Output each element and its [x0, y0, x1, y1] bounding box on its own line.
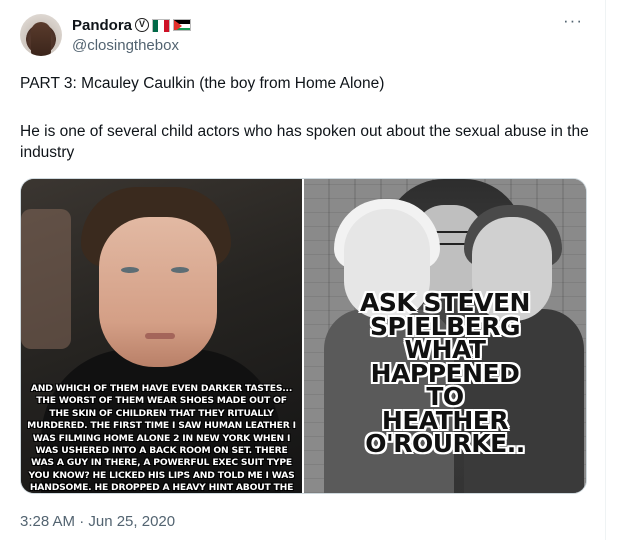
- caption-line: TO: [426, 382, 464, 411]
- tweet-card: Pandora V @closingthebox ··· PART 3: Mca…: [0, 0, 606, 540]
- caption-line: WHAT: [404, 335, 486, 364]
- more-dots-icon[interactable]: ···: [563, 12, 583, 29]
- avatar[interactable]: [20, 14, 62, 56]
- author-name-row[interactable]: Pandora V: [72, 15, 192, 35]
- media-image-left[interactable]: AND WHICH OF THEM HAVE EVEN DARKER TASTE…: [21, 179, 302, 493]
- meme-overlay-text: AND WHICH OF THEM HAVE EVEN DARKER TASTE…: [27, 383, 296, 491]
- timestamp[interactable]: 3:28 AM · Jun 25, 2020: [20, 513, 175, 530]
- media-image-right[interactable]: ASK STEVEN SPIELBERG WHAT HAPPENED TO HE…: [304, 179, 586, 493]
- display-name[interactable]: Pandora: [72, 17, 132, 34]
- photo-eye-right: [171, 267, 189, 273]
- mexico-flag-icon: [152, 18, 171, 32]
- photo-mouth: [145, 333, 175, 339]
- tweet-text-line2: He is one of several child actors who ha…: [20, 123, 589, 161]
- v-circle-emoji-icon: V: [135, 18, 150, 32]
- photo-side-figure: [21, 209, 71, 349]
- caption-line: ASK STEVEN: [360, 288, 530, 317]
- palestine-flag-icon: [173, 19, 192, 31]
- avatar-figure: [31, 22, 51, 56]
- meme-caption: ASK STEVEN SPIELBERG WHAT HAPPENED TO HE…: [304, 288, 586, 458]
- caption-line: O'ROURKE..: [365, 429, 525, 458]
- author-handle[interactable]: @closingthebox: [72, 37, 179, 54]
- photo-eye-left: [121, 267, 139, 273]
- tweet-text-line1: PART 3: Mcauley Caulkin (the boy from Ho…: [20, 75, 385, 92]
- media-grid: AND WHICH OF THEM HAVE EVEN DARKER TASTE…: [20, 178, 587, 494]
- photo-face: [99, 217, 217, 367]
